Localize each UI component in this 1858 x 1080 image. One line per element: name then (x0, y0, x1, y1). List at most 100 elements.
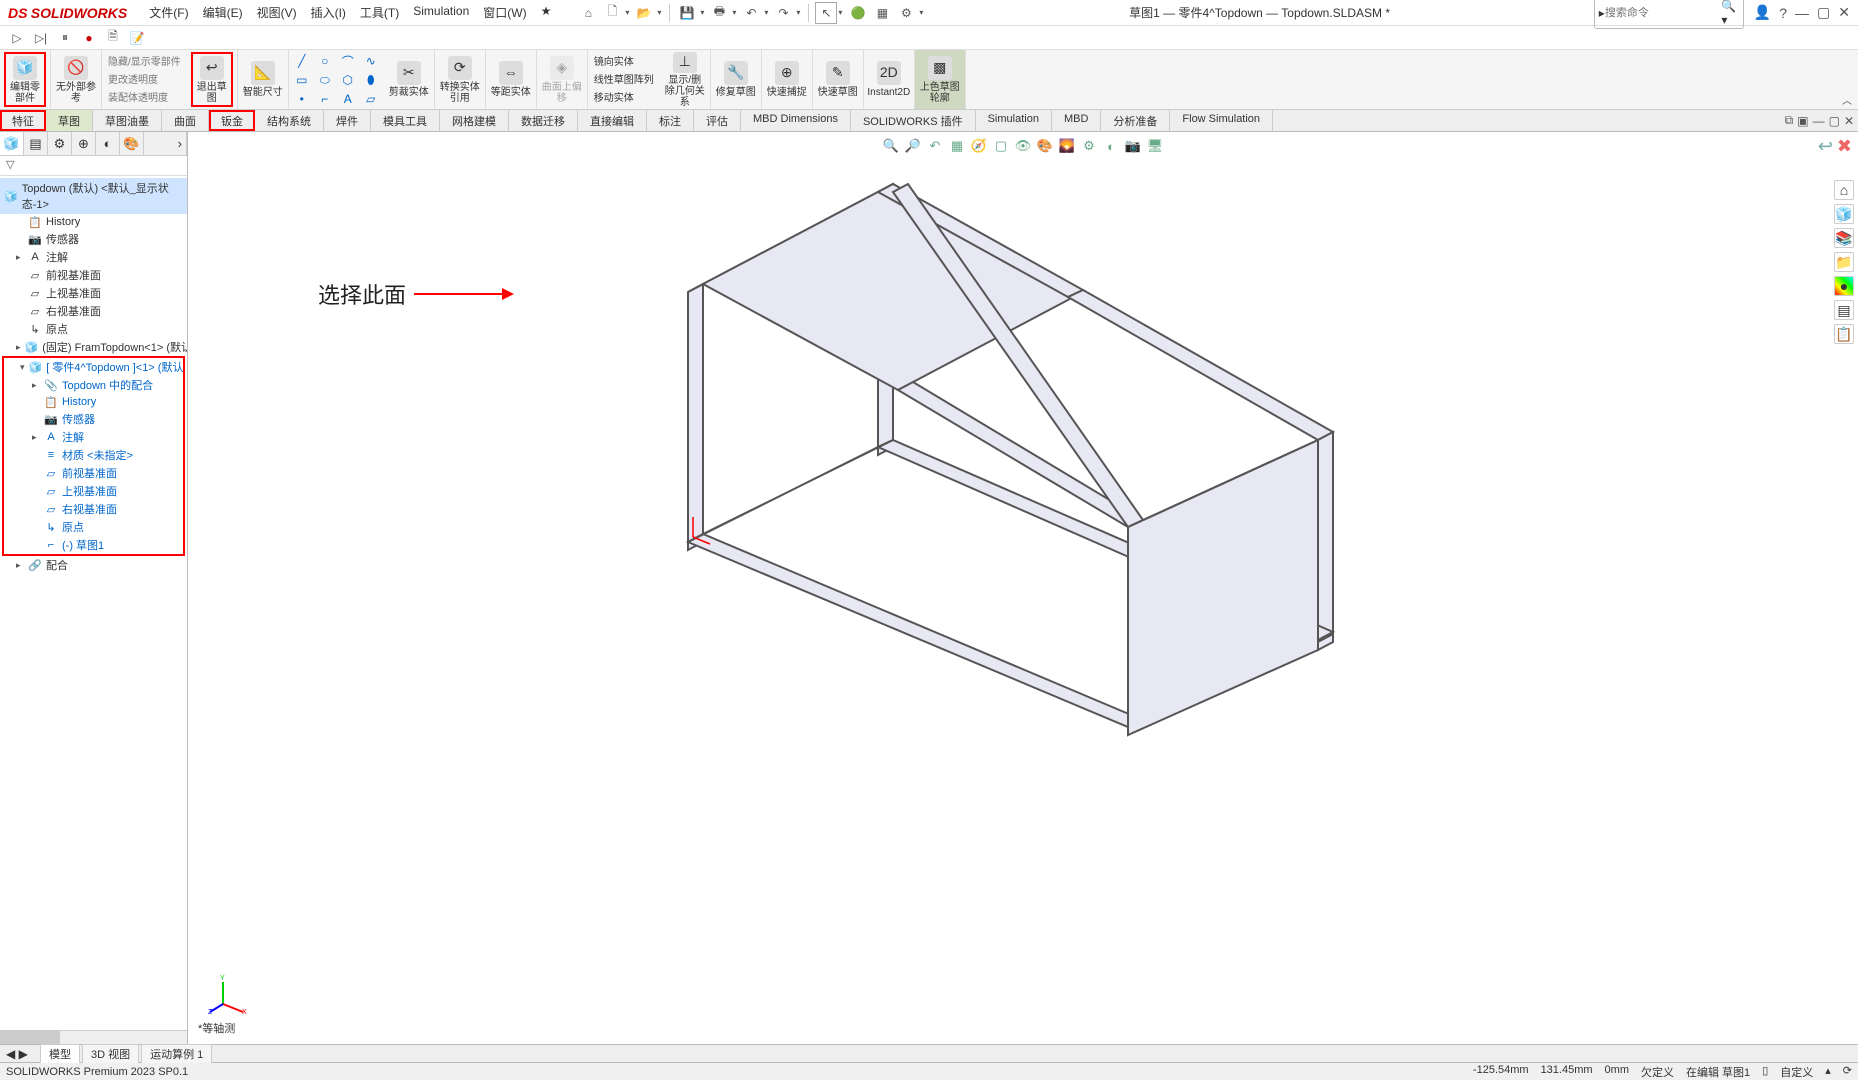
display-style-icon[interactable]: ▢ (991, 136, 1011, 156)
tree-item[interactable]: ▸🧊(固定) FramTopdown<1> (默认<‹ (0, 338, 187, 356)
open-icon[interactable]: 📂 (633, 2, 655, 24)
window-restore-icon[interactable]: ⧉ (1785, 113, 1794, 128)
fillet-icon[interactable]: ⌐ (314, 90, 336, 108)
feature-tree-tab-icon[interactable]: 🧊 (0, 132, 24, 155)
panel-horizontal-scrollbar[interactable] (0, 1030, 187, 1044)
tab-mbd[interactable]: MBD (1052, 110, 1101, 131)
offset-entities-button[interactable]: ⇔等距实体 (490, 52, 532, 107)
tree-item[interactable]: ▱右视基准面 (0, 302, 187, 320)
menu-view[interactable]: 视图(V) (251, 2, 303, 23)
tab-mesh[interactable]: 网格建模 (440, 110, 509, 131)
design-library-icon[interactable]: 📚 (1834, 228, 1854, 248)
search-dropdown-icon[interactable]: 🔍▾ (1721, 0, 1738, 27)
cancel-sketch-icon[interactable]: ✖ (1837, 136, 1852, 157)
plane-icon[interactable]: ▱ (360, 90, 382, 108)
no-external-ref-button[interactable]: 🚫 无外部参考 (55, 52, 97, 107)
display-delete-relations-button[interactable]: ⊥显示/删除几何关系 (664, 52, 706, 108)
status-custom[interactable]: 自定义 (1780, 1064, 1813, 1080)
tab-analysis-prep[interactable]: 分析准备 (1101, 110, 1170, 131)
line-icon[interactable]: ╱ (291, 52, 313, 70)
menu-simulation[interactable]: Simulation (407, 2, 475, 23)
orientation-triad[interactable]: Y X Z (208, 974, 248, 1014)
tree-item[interactable]: 📋History (4, 394, 183, 410)
slot-icon[interactable]: ⬭ (314, 71, 336, 89)
expand-icon[interactable]: ▸ (16, 342, 21, 353)
menu-edit[interactable]: 编辑(E) (197, 2, 249, 23)
menu-star-icon[interactable]: ★ (535, 2, 558, 23)
tab-motion-study[interactable]: 运动算例 1 (141, 1044, 212, 1063)
section-view-icon[interactable]: ▦ (947, 136, 967, 156)
tree-item[interactable]: ▸A注解 (0, 248, 187, 266)
filter-bar[interactable]: ▽ (0, 156, 187, 176)
tree-item[interactable]: ▱上视基准面 (0, 284, 187, 302)
tab-sketch[interactable]: 草图 (46, 110, 93, 131)
dimxpert-tab-icon[interactable]: ⊕ (72, 132, 96, 155)
repair-sketch-button[interactable]: 🔧修复草图 (715, 52, 757, 107)
view-settings-icon[interactable]: ⚙ (1079, 136, 1099, 156)
tree-item[interactable]: ≡材质 <未指定> (4, 446, 183, 464)
collapse-ribbon-icon[interactable]: ︿ (1842, 92, 1852, 107)
view-orientation-icon[interactable]: 🧭 (969, 136, 989, 156)
expand-icon[interactable]: ▸ (32, 432, 40, 443)
record-icon[interactable]: ● (80, 29, 98, 47)
pause-icon[interactable]: ⏸ (56, 29, 74, 47)
move-entities-button[interactable]: 移动实体 (592, 88, 656, 105)
save-icon[interactable]: 💾 (676, 2, 698, 24)
more-tab-icon[interactable]: › (144, 132, 187, 155)
tree-item[interactable]: ↳原点 (4, 518, 183, 536)
home-icon[interactable]: ⌂ (577, 2, 599, 24)
new-icon[interactable]: 🗋 (601, 2, 623, 24)
camera-icon[interactable]: 📷 (1123, 136, 1143, 156)
tab-surface[interactable]: 曲面 (162, 110, 209, 131)
tab-data-migration[interactable]: 数据迁移 (509, 110, 578, 131)
config-manager-tab-icon[interactable]: ⚙ (48, 132, 72, 155)
help-icon[interactable]: ? (1779, 5, 1787, 21)
close-icon[interactable]: ✕ (1838, 4, 1850, 21)
tree-item[interactable]: 📋History (0, 214, 187, 230)
tab-weldments[interactable]: 焊件 (324, 110, 371, 131)
window-min-icon[interactable]: — (1813, 114, 1825, 128)
minimize-icon[interactable]: — (1795, 5, 1809, 21)
apply-scene-icon[interactable]: 🌄 (1057, 136, 1077, 156)
bottom-tabs-left-icon[interactable]: ◀ ▶ (6, 1047, 28, 1061)
resources-pane-icon[interactable]: 🧊 (1834, 204, 1854, 224)
tab-simulation[interactable]: Simulation (976, 110, 1052, 131)
tab-direct-edit[interactable]: 直接编辑 (578, 110, 647, 131)
circle-icon[interactable]: ○ (314, 52, 336, 70)
tab-annotate[interactable]: 标注 (647, 110, 694, 131)
convert-entities-button[interactable]: ⟳转换实体引用 (439, 52, 481, 107)
property-manager-tab-icon[interactable]: ▤ (24, 132, 48, 155)
view-palette-icon[interactable]: ● (1834, 276, 1854, 296)
tree-item[interactable]: ▱前视基准面 (4, 464, 183, 482)
search-input[interactable] (1605, 7, 1722, 19)
tree-item[interactable]: 📷传感器 (0, 230, 187, 248)
polygon-icon[interactable]: ⬡ (337, 71, 359, 89)
tree-item[interactable]: ⌐(-) 草图1 (4, 536, 183, 554)
tree-item[interactable]: ↳原点 (0, 320, 187, 338)
expand-icon[interactable]: ▸ (32, 380, 40, 391)
instant2d-button[interactable]: 2DInstant2D (868, 52, 910, 107)
tree-root[interactable]: 🧊 Topdown (默认) <默认_显示状态-1> (0, 178, 187, 214)
exit-sketch-confirm-icon[interactable]: ↩ (1818, 136, 1833, 157)
linear-pattern-button[interactable]: 线性草图阵列 (592, 70, 656, 87)
assembly-transparency-button[interactable]: 装配体透明度 (106, 88, 183, 105)
appearance-tab-icon[interactable]: 🎨 (120, 132, 144, 155)
status-chevron-icon[interactable]: ▴ (1825, 1064, 1831, 1080)
tree-item[interactable]: ▱上视基准面 (4, 482, 183, 500)
play-icon[interactable]: ▷ (8, 29, 26, 47)
tree-item[interactable]: 📷传感器 (4, 410, 183, 428)
custom-props-icon[interactable]: 📋 (1834, 324, 1854, 344)
smart-dimension-button[interactable]: 📐 智能尺寸 (242, 52, 284, 107)
expand-icon[interactable]: ▾ (20, 362, 25, 373)
edit-appearance-icon[interactable]: 🎨 (1035, 136, 1055, 156)
file-explorer-icon[interactable]: 📁 (1834, 252, 1854, 272)
undo-icon[interactable]: ↶ (740, 2, 762, 24)
arc-icon[interactable]: ⌒ (337, 52, 359, 70)
text-icon[interactable]: A (337, 90, 359, 108)
ellipse-icon[interactable]: ⬮ (360, 71, 382, 89)
render-icon[interactable]: ◐ (1101, 136, 1121, 156)
tree-item[interactable]: ▸A注解 (4, 428, 183, 446)
rapid-sketch-button[interactable]: ✎快速草图 (817, 52, 859, 107)
graphics-area[interactable]: 🔍 🔎 ↶ ▦ 🧭 ▢ 👁 🎨 🌄 ⚙ ◐ 📷 🖥 ↩ ✖ ⌂ 🧊 📚 📁 ● … (188, 132, 1858, 1044)
zoom-fit-icon[interactable]: 🔍 (881, 136, 901, 156)
